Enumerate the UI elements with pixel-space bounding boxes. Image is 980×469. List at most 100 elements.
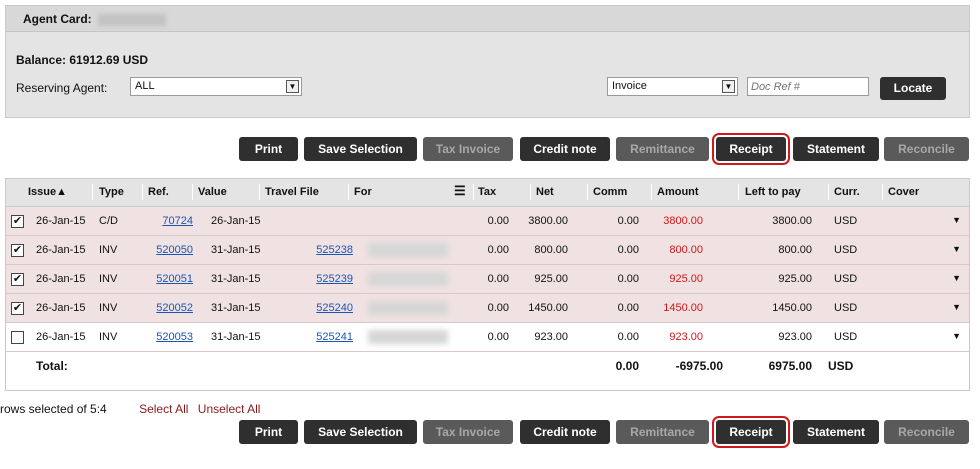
reconcile-button[interactable]: Reconcile <box>884 137 969 161</box>
print-button[interactable]: Print <box>239 420 298 444</box>
doc-type-value: Invoice <box>612 80 647 92</box>
col-cover[interactable]: Cover <box>888 186 919 198</box>
receipt-button[interactable]: Receipt <box>712 133 790 165</box>
col-tax[interactable]: Tax <box>478 186 496 198</box>
amount-value: 923.00 <box>669 331 703 343</box>
travel-file-link[interactable]: 525238 <box>316 244 353 256</box>
for-redacted <box>368 301 448 315</box>
table-row[interactable]: ✔ 26-Jan-15 INV 520050 31-Jan-15 525238 0.00 80… <box>6 236 969 265</box>
travel-file-link[interactable]: 525241 <box>316 331 353 343</box>
statement-button[interactable]: Statement <box>793 420 879 444</box>
value-date: 31-Jan-15 <box>211 244 261 256</box>
statement-button[interactable]: Statement <box>793 137 879 161</box>
col-type[interactable]: Type <box>99 186 124 198</box>
ref-link[interactable]: 70724 <box>162 215 193 227</box>
print-button[interactable]: Print <box>239 137 298 161</box>
tax-value: 0.00 <box>487 331 509 343</box>
select-all-link[interactable]: Select All <box>139 402 188 416</box>
for-redacted <box>368 272 448 286</box>
total-left-to-pay: 6975.00 <box>768 359 812 373</box>
col-ref[interactable]: Ref. <box>148 186 169 198</box>
table-header: Issue▲ Type Ref. Value Travel File For ☰… <box>6 179 969 207</box>
table-row[interactable]: ✔ 26-Jan-15 INV 520052 31-Jan-15 525240 0.00 14… <box>6 294 969 323</box>
rows-selected-text: rows selected of 5:4 <box>0 402 107 416</box>
chevron-down-icon[interactable]: ▼ <box>952 331 961 341</box>
col-amount[interactable]: Amount <box>657 186 699 198</box>
doc-type: INV <box>99 331 118 343</box>
for-redacted <box>368 243 448 257</box>
table-row[interactable]: ✔ 26-Jan-15 INV 520051 31-Jan-15 525239 0.00 92… <box>6 265 969 294</box>
remittance-button[interactable]: Remittance <box>616 137 709 161</box>
chevron-down-icon[interactable]: ▼ <box>952 215 961 225</box>
col-travel-file[interactable]: Travel File <box>265 186 319 198</box>
col-for[interactable]: For <box>354 186 372 198</box>
chevron-down-icon: ▼ <box>286 80 299 93</box>
unselect-all-link[interactable]: Unselect All <box>198 402 261 416</box>
documents-table: Issue▲ Type Ref. Value Travel File For ☰… <box>5 178 970 391</box>
row-checkbox[interactable]: ✔ <box>11 273 24 286</box>
remittance-button[interactable]: Remittance <box>616 420 709 444</box>
agent-card-label: Agent Card: <box>23 12 92 26</box>
tax-value: 0.00 <box>487 273 509 285</box>
ref-link[interactable]: 520050 <box>156 244 193 256</box>
total-label: Total: <box>36 359 68 373</box>
table-row[interactable]: 26-Jan-15 INV 520053 31-Jan-15 525241 0.00 923… <box>6 323 969 352</box>
doc-type: C/D <box>99 215 118 227</box>
col-net[interactable]: Net <box>536 186 554 198</box>
ref-link[interactable]: 520053 <box>156 331 193 343</box>
locate-button[interactable]: Locate <box>880 77 946 100</box>
reserving-agent-value: ALL <box>135 80 155 92</box>
travel-file-link[interactable]: 525240 <box>316 302 353 314</box>
credit-note-button[interactable]: Credit note <box>520 420 610 444</box>
value-date: 31-Jan-15 <box>211 273 261 285</box>
ref-link[interactable]: 520052 <box>156 302 193 314</box>
col-comm[interactable]: Comm <box>593 186 627 198</box>
column-menu-icon[interactable]: ☰ <box>454 184 466 197</box>
chevron-down-icon[interactable]: ▼ <box>952 302 961 312</box>
doc-ref-input[interactable] <box>747 77 869 96</box>
reconcile-button[interactable]: Reconcile <box>884 420 969 444</box>
balance-text: Balance: 61912.69 USD <box>16 53 149 67</box>
net-value: 925.00 <box>534 273 568 285</box>
net-value: 3800.00 <box>528 215 568 227</box>
total-row: Total: 0.00 -6975.00 6975.00 USD <box>6 352 969 380</box>
chevron-down-icon[interactable]: ▼ <box>952 273 961 283</box>
row-checkbox[interactable]: ✔ <box>11 244 24 257</box>
tax-value: 0.00 <box>487 244 509 256</box>
currency-value: USD <box>834 215 858 227</box>
value-date: 31-Jan-15 <box>211 302 261 314</box>
save-selection-button[interactable]: Save Selection <box>304 137 417 161</box>
comm-value: 0.00 <box>617 215 639 227</box>
reserving-agent-select[interactable]: ALL ▼ <box>130 77 302 96</box>
issue-date: 26-Jan-15 <box>36 331 86 343</box>
doc-type: INV <box>99 302 118 314</box>
ref-link[interactable]: 520051 <box>156 273 193 285</box>
doc-type-select[interactable]: Invoice ▼ <box>607 77 738 96</box>
row-checkbox[interactable] <box>11 331 24 344</box>
left-to-pay-value: 923.00 <box>778 331 812 343</box>
travel-file-link[interactable]: 525239 <box>316 273 353 285</box>
comm-value: 0.00 <box>617 331 639 343</box>
selection-footer: rows selected of 5:4 Select All Unselect… <box>0 402 260 416</box>
for-redacted <box>368 330 448 344</box>
row-checkbox[interactable]: ✔ <box>11 302 24 315</box>
credit-note-button[interactable]: Credit note <box>520 137 610 161</box>
tax-invoice-button[interactable]: Tax Invoice <box>423 420 513 444</box>
tax-invoice-button[interactable]: Tax Invoice <box>423 137 513 161</box>
receipt-button[interactable]: Receipt <box>712 416 790 448</box>
col-left-to-pay[interactable]: Left to pay <box>745 186 801 198</box>
row-checkbox[interactable]: ✔ <box>11 215 24 228</box>
table-row[interactable]: ✔ 26-Jan-15 C/D 70724 26-Jan-15 0.00 3800.00 0.… <box>6 207 969 236</box>
currency-value: USD <box>834 302 858 314</box>
chevron-down-icon[interactable]: ▼ <box>952 244 961 254</box>
amount-value: 1450.00 <box>663 302 703 314</box>
agent-card-name-redacted <box>98 13 167 26</box>
total-comm: 0.00 <box>615 359 639 373</box>
issue-date: 26-Jan-15 <box>36 273 86 285</box>
col-value[interactable]: Value <box>198 186 227 198</box>
reserving-agent-label: Reserving Agent: <box>16 81 108 95</box>
net-value: 800.00 <box>534 244 568 256</box>
col-curr[interactable]: Curr. <box>834 186 860 198</box>
save-selection-button[interactable]: Save Selection <box>304 420 417 444</box>
col-issue[interactable]: Issue▲ <box>28 186 67 198</box>
